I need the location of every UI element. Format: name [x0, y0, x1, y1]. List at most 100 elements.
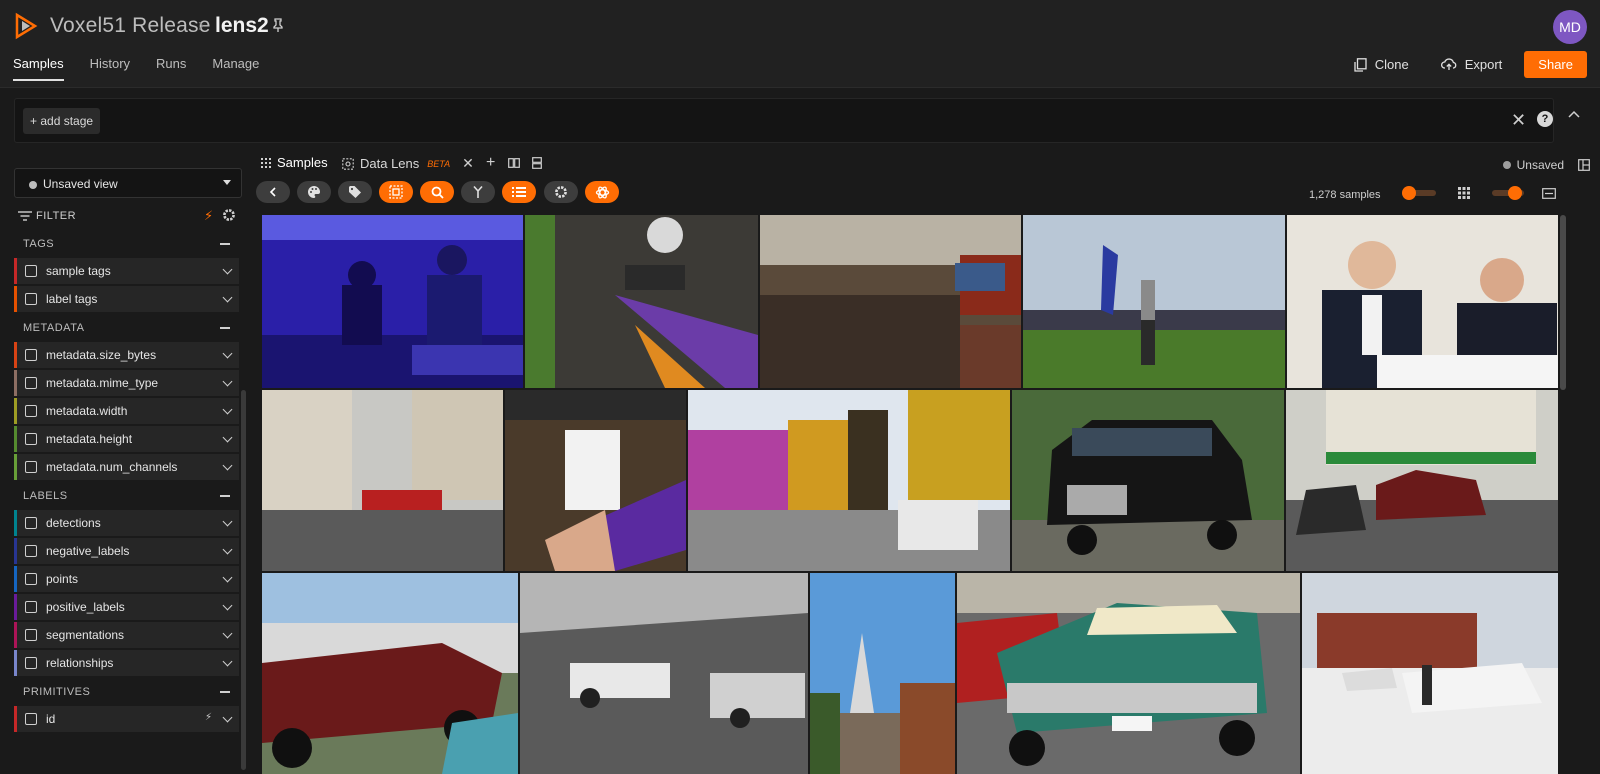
- merge-button[interactable]: [461, 181, 495, 203]
- field-row[interactable]: positive_labels: [14, 594, 239, 620]
- patches-button[interactable]: [379, 181, 413, 203]
- field-checkbox[interactable]: [25, 293, 37, 305]
- sample-tile[interactable]: [688, 390, 1010, 571]
- pin-icon[interactable]: [272, 18, 284, 32]
- sample-tile[interactable]: [1287, 215, 1558, 388]
- field-checkbox[interactable]: [25, 629, 37, 641]
- chevron-down-icon[interactable]: [222, 292, 233, 303]
- group-header-labels[interactable]: LABELS: [14, 482, 239, 510]
- field-row[interactable]: segmentations: [14, 622, 239, 648]
- chevron-down-icon[interactable]: [222, 712, 233, 723]
- tag-button[interactable]: [338, 181, 372, 203]
- field-checkbox[interactable]: [25, 265, 37, 277]
- chevron-down-icon[interactable]: [222, 460, 233, 471]
- share-button[interactable]: Share: [1524, 51, 1587, 78]
- sample-tile[interactable]: [262, 390, 503, 571]
- nav-tab-manage[interactable]: Manage: [212, 56, 259, 81]
- chevron-down-icon[interactable]: [222, 572, 233, 583]
- slider-knob[interactable]: [1508, 186, 1522, 200]
- group-header-tags[interactable]: TAGS: [14, 230, 239, 258]
- collapse-icon[interactable]: [220, 495, 230, 497]
- field-checkbox[interactable]: [25, 461, 37, 473]
- tab-data-lens[interactable]: Data Lens BETA ✕: [342, 155, 474, 172]
- collapse-stagebar-icon[interactable]: [1568, 110, 1580, 118]
- saved-view-select[interactable]: Unsaved view: [14, 168, 242, 198]
- field-checkbox[interactable]: [25, 601, 37, 613]
- field-row[interactable]: metadata.num_channels: [14, 454, 239, 480]
- field-checkbox[interactable]: [25, 545, 37, 557]
- sample-tile[interactable]: [262, 573, 518, 774]
- nav-tab-runs[interactable]: Runs: [156, 56, 186, 81]
- chevron-down-icon[interactable]: [222, 264, 233, 275]
- field-checkbox[interactable]: [25, 377, 37, 389]
- field-row[interactable]: label tags: [14, 286, 239, 312]
- collapse-icon[interactable]: [220, 691, 230, 693]
- split-vertical-icon[interactable]: [532, 157, 542, 169]
- sidebar-scrollbar[interactable]: [241, 390, 246, 770]
- sample-tile[interactable]: [262, 215, 523, 388]
- lightning-icon[interactable]: ⚡: [204, 208, 213, 224]
- field-row[interactable]: relationships: [14, 650, 239, 676]
- chevron-down-icon[interactable]: [222, 656, 233, 667]
- gear-icon[interactable]: [222, 208, 236, 222]
- field-row[interactable]: metadata.width: [14, 398, 239, 424]
- sample-tile[interactable]: [1302, 573, 1558, 774]
- chevron-down-icon[interactable]: [222, 516, 233, 527]
- label-opacity-slider[interactable]: [1402, 186, 1436, 200]
- add-stage-button[interactable]: + add stage: [23, 108, 101, 134]
- slider-knob[interactable]: [1402, 186, 1416, 200]
- clone-button[interactable]: Clone: [1344, 51, 1419, 78]
- help-icon[interactable]: ?: [1537, 111, 1553, 127]
- sidebar-toggle-button[interactable]: [502, 181, 536, 203]
- chevron-down-icon[interactable]: [222, 404, 233, 415]
- voxel51-logo-icon[interactable]: [12, 12, 40, 40]
- settings-button[interactable]: [544, 181, 578, 203]
- dataset-name[interactable]: lens2: [215, 14, 269, 38]
- back-button[interactable]: [256, 181, 290, 203]
- chevron-down-icon[interactable]: [222, 544, 233, 555]
- field-checkbox[interactable]: [25, 573, 37, 585]
- sample-tile[interactable]: [525, 215, 758, 388]
- tab-samples[interactable]: Samples: [261, 155, 328, 170]
- group-header-primitives[interactable]: PRIMITIVES: [14, 678, 239, 706]
- field-row[interactable]: sample tags: [14, 258, 239, 284]
- org-name[interactable]: Voxel51 Release: [50, 14, 211, 38]
- field-checkbox[interactable]: [25, 517, 37, 529]
- add-panel-icon[interactable]: +: [486, 154, 495, 172]
- export-button[interactable]: Export: [1431, 51, 1513, 78]
- layout-icon[interactable]: [1578, 159, 1590, 171]
- chevron-down-icon[interactable]: [222, 628, 233, 639]
- field-checkbox[interactable]: [25, 349, 37, 361]
- grid-scrollbar[interactable]: [1560, 215, 1566, 390]
- fullscreen-icon[interactable]: [1542, 188, 1556, 199]
- field-checkbox[interactable]: [25, 713, 37, 725]
- sample-tile[interactable]: [1012, 390, 1284, 571]
- collapse-icon[interactable]: [220, 243, 230, 245]
- similarity-search-button[interactable]: [420, 181, 454, 203]
- split-horizontal-icon[interactable]: [508, 158, 520, 168]
- field-row[interactable]: negative_labels: [14, 538, 239, 564]
- chevron-down-icon[interactable]: [222, 376, 233, 387]
- collapse-icon[interactable]: [220, 327, 230, 329]
- sample-tile[interactable]: [1286, 390, 1558, 571]
- field-checkbox[interactable]: [25, 433, 37, 445]
- field-row[interactable]: id ⚡: [14, 706, 239, 732]
- field-row[interactable]: points: [14, 566, 239, 592]
- lightning-icon[interactable]: ⚡: [205, 712, 212, 723]
- sample-tile[interactable]: [957, 573, 1300, 774]
- sample-tile[interactable]: [505, 390, 686, 571]
- field-row[interactable]: detections: [14, 510, 239, 536]
- field-row[interactable]: metadata.height: [14, 426, 239, 452]
- user-avatar[interactable]: MD: [1553, 10, 1587, 44]
- field-row[interactable]: metadata.size_bytes: [14, 342, 239, 368]
- grid-zoom-slider[interactable]: [1492, 186, 1524, 200]
- grid-view-icon[interactable]: [1458, 187, 1470, 199]
- color-scheme-button[interactable]: [297, 181, 331, 203]
- nav-tab-samples[interactable]: Samples: [13, 56, 64, 81]
- field-row[interactable]: metadata.mime_type: [14, 370, 239, 396]
- group-header-metadata[interactable]: METADATA: [14, 314, 239, 342]
- chevron-down-icon[interactable]: [222, 348, 233, 359]
- chevron-down-icon[interactable]: [222, 600, 233, 611]
- sample-tile[interactable]: [520, 573, 808, 774]
- sample-tile[interactable]: [1023, 215, 1285, 388]
